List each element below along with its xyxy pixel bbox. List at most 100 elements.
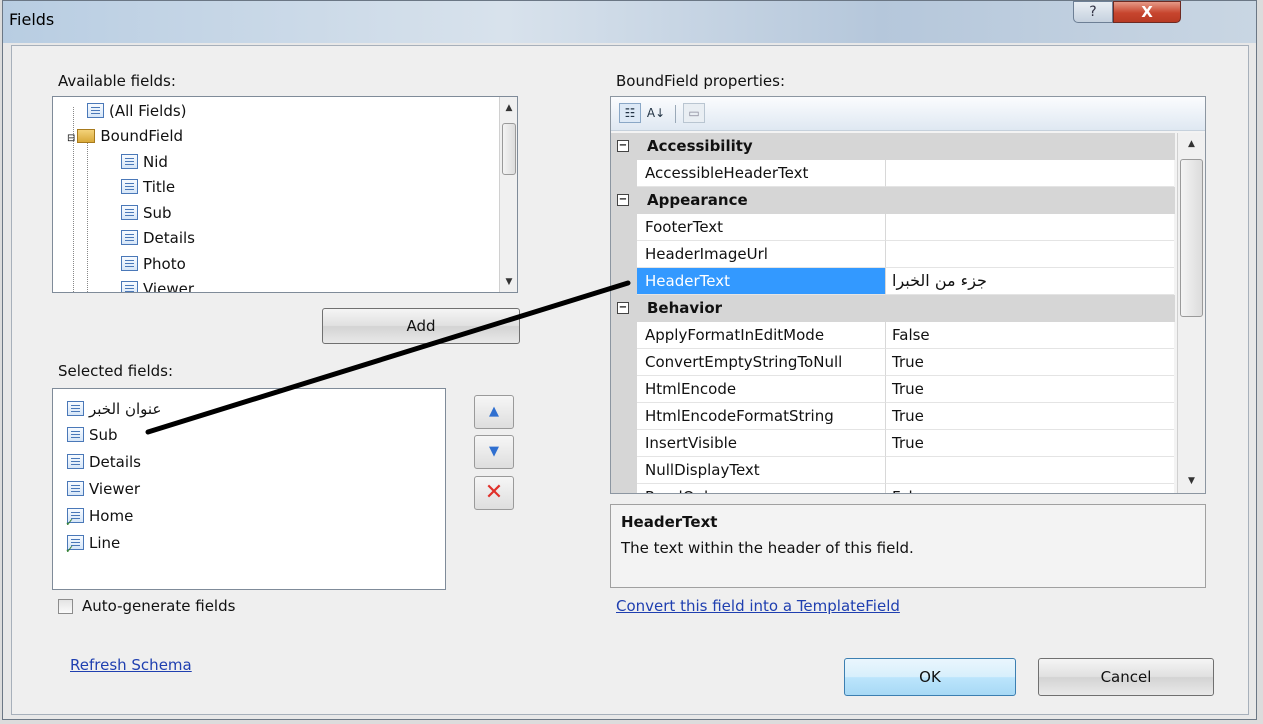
property-row[interactable]: FooterText (611, 214, 1175, 241)
move-up-button[interactable]: ▲ (474, 395, 514, 429)
category-label: Accessibility (647, 137, 753, 155)
property-row[interactable]: NullDisplayText (611, 457, 1175, 484)
available-fields-scrollbar[interactable]: ▲ ▼ (499, 97, 517, 292)
selected-fields-list[interactable]: عنوان الخبر Sub Details Viewer Home Line (52, 388, 446, 590)
delete-field-button[interactable]: ✕ (474, 476, 514, 510)
property-row[interactable]: HtmlEncodeFormatString True (611, 403, 1175, 430)
checkbox-field-icon (65, 508, 84, 535)
list-item-label: عنوان الخبر (89, 400, 162, 418)
categorized-icon[interactable]: ☷ (619, 103, 641, 123)
category-behavior[interactable]: − Behavior (611, 295, 1175, 322)
field-icon (87, 103, 104, 118)
row-margin (611, 349, 637, 376)
list-item[interactable]: Line (65, 531, 121, 562)
property-name: InsertVisible (637, 430, 886, 457)
refresh-schema-link[interactable]: Refresh Schema (70, 656, 192, 674)
property-value[interactable] (886, 214, 1174, 241)
auto-generate-checkbox[interactable] (58, 599, 73, 614)
property-row[interactable]: InsertVisible True (611, 430, 1175, 457)
property-name: HtmlEncode (637, 376, 886, 403)
property-row[interactable]: AccessibleHeaderText (611, 160, 1175, 187)
collapse-toggle-icon[interactable]: ⊟ (67, 133, 75, 144)
tree-item-photo[interactable]: Photo (121, 252, 186, 276)
property-name: ApplyFormatInEditMode (637, 322, 886, 349)
list-item[interactable]: Details (67, 450, 141, 474)
tree-item-title[interactable]: Title (121, 175, 175, 199)
category-appearance[interactable]: − Appearance (611, 187, 1175, 214)
property-value[interactable] (886, 241, 1174, 268)
tree-item-all-fields[interactable]: (All Fields) (87, 99, 187, 123)
list-item-label: Viewer (89, 480, 140, 498)
collapse-icon[interactable]: − (617, 194, 629, 206)
move-down-button[interactable]: ▼ (474, 435, 514, 469)
row-margin (611, 322, 637, 349)
property-value[interactable]: True (886, 349, 1174, 376)
add-button[interactable]: Add (322, 308, 520, 344)
property-value[interactable]: False (886, 322, 1174, 349)
property-row-selected[interactable]: HeaderText جزء من الخبرا (611, 268, 1175, 295)
list-item[interactable]: Sub (67, 423, 118, 447)
list-item[interactable]: عنوان الخبر (67, 397, 161, 421)
list-item-label: Line (89, 534, 121, 552)
field-icon (121, 230, 138, 245)
property-row[interactable]: ReadOnly False (611, 484, 1175, 493)
property-pages-icon[interactable]: ▭ (683, 103, 705, 123)
convert-to-templatefield-link[interactable]: Convert this field into a TemplateField (616, 597, 900, 615)
category-accessibility[interactable]: − Accessibility (611, 133, 1175, 160)
help-button[interactable]: ? (1073, 1, 1113, 23)
property-grid-toolbar: ☷ A↓ ▭ (611, 97, 1205, 131)
list-item[interactable]: Viewer (67, 477, 140, 501)
description-title: HeaderText (621, 513, 718, 531)
checkbox-field-icon (65, 535, 84, 562)
property-description-panel: HeaderText The text within the header of… (610, 504, 1206, 588)
category-label: Appearance (647, 191, 748, 209)
tree-item-boundfield[interactable]: ⊟ BoundField (67, 124, 183, 148)
property-row[interactable]: ApplyFormatInEditMode False (611, 322, 1175, 349)
ok-button[interactable]: OK (844, 658, 1016, 696)
property-value[interactable]: True (886, 403, 1174, 430)
field-icon (121, 205, 138, 220)
close-button[interactable]: X (1113, 1, 1181, 23)
property-value[interactable] (886, 457, 1174, 484)
list-item-label: Details (89, 453, 142, 471)
alphabetical-sort-icon[interactable]: A↓ (645, 103, 667, 123)
row-margin (611, 214, 637, 241)
arrow-down-icon: ▼ (489, 444, 499, 459)
collapse-icon[interactable]: − (617, 302, 629, 314)
property-row[interactable]: HtmlEncode True (611, 376, 1175, 403)
property-grid-scrollbar[interactable]: ▲ ▼ (1177, 133, 1205, 493)
property-value[interactable]: False (886, 484, 1174, 493)
property-value[interactable] (886, 160, 1174, 187)
scroll-down-icon[interactable]: ▼ (1178, 476, 1205, 486)
available-fields-tree[interactable]: (All Fields) ⊟ BoundField Nid Title Sub D… (52, 96, 518, 293)
delete-icon: ✕ (484, 480, 504, 505)
tree-item-viewer[interactable]: Viewer (121, 277, 194, 292)
property-name: ConvertEmptyStringToNull (637, 349, 886, 376)
property-row[interactable]: ConvertEmptyStringToNull True (611, 349, 1175, 376)
scroll-up-icon[interactable]: ▲ (1178, 139, 1205, 149)
scroll-up-icon[interactable]: ▲ (500, 103, 517, 113)
row-margin (611, 268, 637, 295)
property-value[interactable]: جزء من الخبرا (886, 268, 1174, 295)
tree-item-sub[interactable]: Sub (121, 201, 172, 225)
property-name: ReadOnly (637, 484, 886, 493)
tree-item-nid[interactable]: Nid (121, 150, 168, 174)
row-margin (611, 430, 637, 457)
tree-item-details[interactable]: Details (121, 226, 195, 250)
property-value[interactable]: True (886, 376, 1174, 403)
selected-fields-label: Selected fields: (58, 362, 174, 380)
scroll-thumb[interactable] (1180, 159, 1203, 317)
property-row[interactable]: HeaderImageUrl (611, 241, 1175, 268)
field-icon (121, 179, 138, 194)
scroll-down-icon[interactable]: ▼ (500, 277, 517, 287)
tree-item-label: Title (143, 178, 176, 196)
arrow-up-icon: ▲ (489, 404, 499, 419)
tree-item-label: BoundField (100, 127, 184, 145)
collapse-icon[interactable]: − (617, 140, 629, 152)
property-value[interactable]: True (886, 430, 1174, 457)
property-name: HeaderText (637, 268, 886, 295)
scroll-thumb[interactable] (502, 123, 516, 175)
property-name: NullDisplayText (637, 457, 886, 484)
cancel-button[interactable]: Cancel (1038, 658, 1214, 696)
list-item[interactable]: Home (65, 504, 133, 535)
